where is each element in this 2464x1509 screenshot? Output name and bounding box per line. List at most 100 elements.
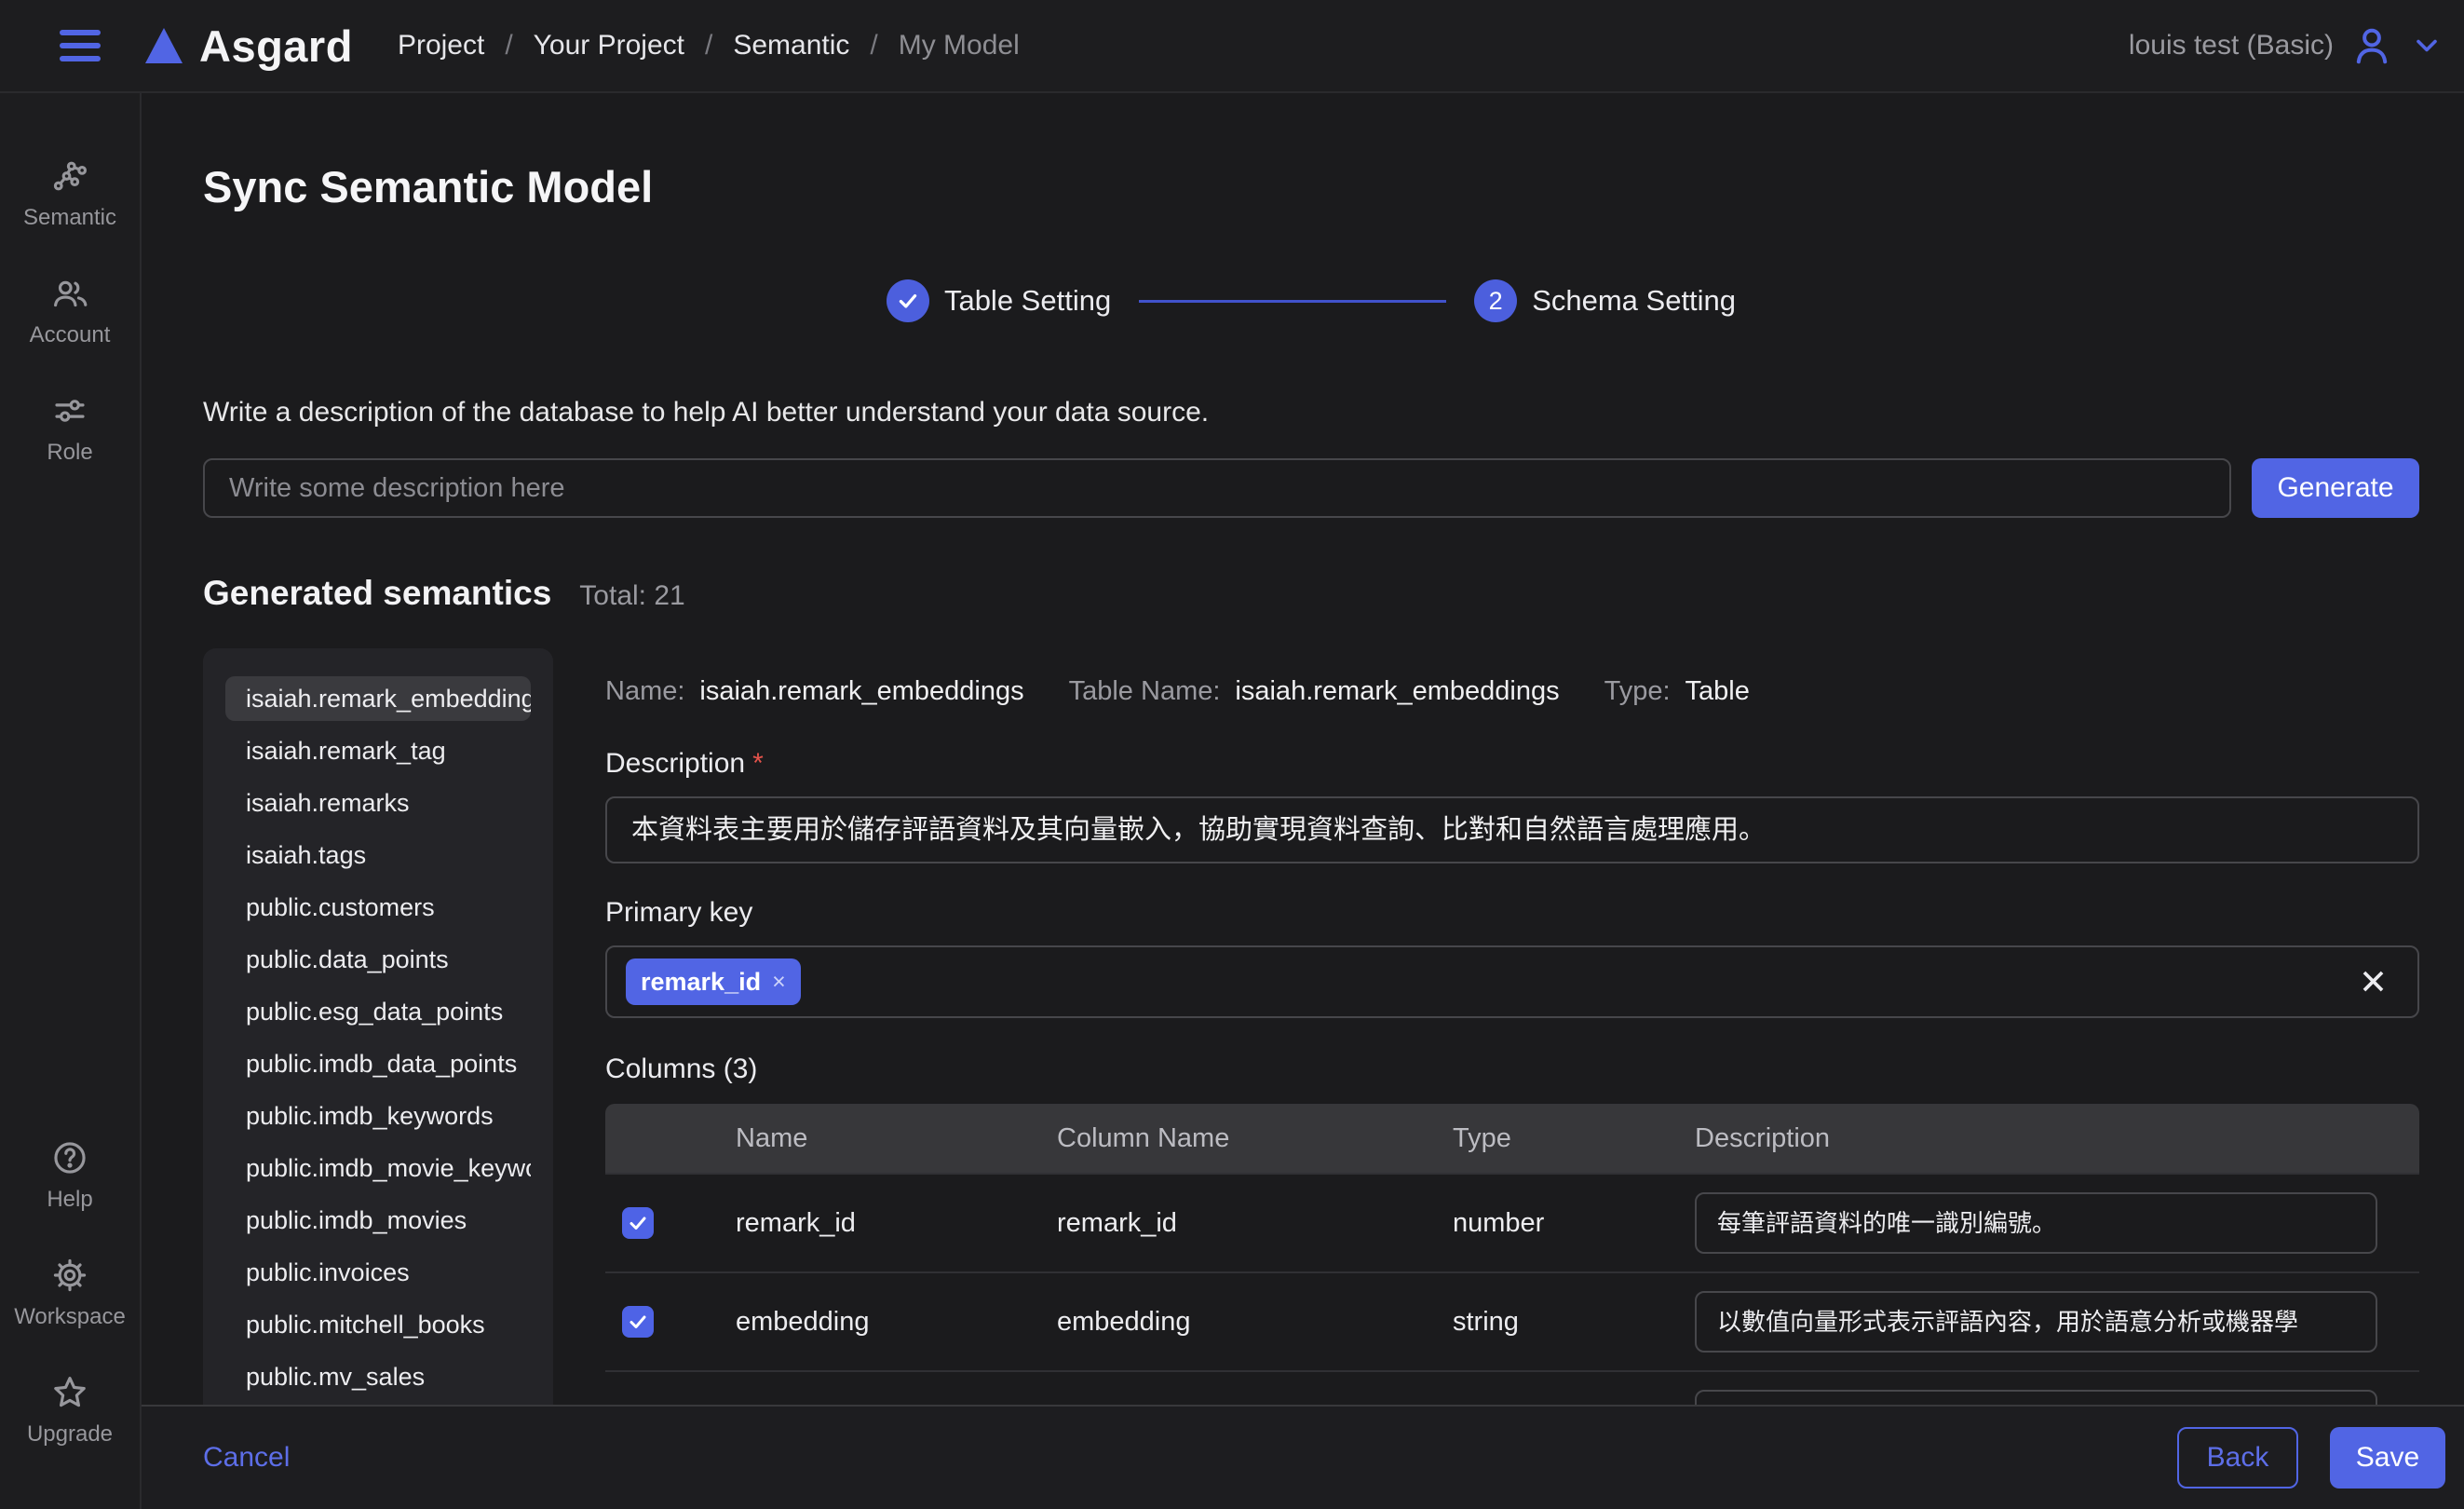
table-row: remark_id remark_id number 每筆評語資料的唯一識別編號… <box>605 1173 2419 1271</box>
sidebar-item-account[interactable]: Account <box>0 259 140 363</box>
step-1-check-icon[interactable] <box>887 279 929 322</box>
semantics-list-item[interactable]: public.mv_sales <box>225 1354 531 1399</box>
semantics-list: isaiah.remark_embeddings isaiah.remark_ta… <box>203 648 553 1459</box>
logo-text: Asgard <box>199 20 353 72</box>
user-menu[interactable]: louis test (Basic) <box>2129 24 2444 67</box>
breadcrumb-project[interactable]: Project <box>398 30 484 61</box>
cell-name: remark_id <box>736 1208 1057 1239</box>
chip-remove-icon[interactable]: × <box>772 969 786 996</box>
primary-key-label: Primary key <box>605 897 2419 929</box>
sidebar-item-label: Semantic <box>23 205 116 231</box>
header-column-name: Column Name <box>1057 1123 1453 1154</box>
generate-button[interactable]: Generate <box>2252 458 2419 518</box>
sidebar-item-help[interactable]: Help <box>0 1123 140 1228</box>
checkmark-icon <box>627 1311 649 1333</box>
primary-key-chip: remark_id × <box>626 958 801 1005</box>
cell-type: number <box>1453 1208 1695 1239</box>
step-2-indicator[interactable]: 2 <box>1474 279 1517 322</box>
clear-all-icon[interactable]: ✕ <box>2359 965 2388 999</box>
step-2-label[interactable]: Schema Setting <box>1532 284 1736 318</box>
semantics-list-item[interactable]: public.data_points <box>225 937 531 982</box>
sidebar-item-label: Role <box>47 440 92 466</box>
cell-column-name: embedding <box>1057 1307 1453 1338</box>
column-description-input[interactable]: 每筆評語資料的唯一識別編號。 <box>1695 1192 2377 1254</box>
top-nav: Asgard Project / Your Project / Semantic… <box>0 0 2464 93</box>
table-description-input[interactable]: 本資料表主要用於儲存評語資料及其向量嵌入，協助實現資料查詢、比對和自然語言處理應… <box>605 796 2419 863</box>
semantics-list-item[interactable]: isaiah.remarks <box>225 781 531 825</box>
share-network-icon <box>50 156 89 196</box>
name-label: Name: <box>605 676 684 707</box>
header-type: Type <box>1453 1123 1695 1154</box>
sidebar-item-semantic[interactable]: Semantic <box>0 142 140 246</box>
checkmark-icon <box>627 1212 649 1234</box>
sidebar-item-label: Upgrade <box>27 1421 113 1448</box>
step-1-label[interactable]: Table Setting <box>944 284 1111 318</box>
detail-meta-row: Name: isaiah.remark_embeddings Table Nam… <box>605 676 2419 707</box>
cell-name: embedding <box>736 1307 1057 1338</box>
semantic-detail-panel: Name: isaiah.remark_embeddings Table Nam… <box>605 648 2419 1509</box>
breadcrumb-separator: / <box>705 30 712 61</box>
logo-triangle-icon <box>145 28 183 63</box>
sidebar-item-role[interactable]: Role <box>0 376 140 481</box>
step-connector-line <box>1139 300 1446 303</box>
cancel-link[interactable]: Cancel <box>203 1442 290 1474</box>
header-name: Name <box>736 1123 1057 1154</box>
total-count: Total: 21 <box>579 580 684 612</box>
star-icon <box>50 1373 89 1412</box>
logo: Asgard <box>145 20 353 72</box>
sidebar-item-label: Account <box>30 322 111 348</box>
breadcrumb-my-model: My Model <box>899 30 1020 61</box>
user-name: louis test (Basic) <box>2129 30 2334 61</box>
description-field-label: Description* <box>605 748 2419 780</box>
breadcrumb-separator: / <box>505 30 512 61</box>
main-content: Sync Semantic Model Table Setting 2 Sche… <box>142 93 2464 1509</box>
semantics-body: isaiah.remark_embeddings isaiah.remark_ta… <box>203 648 2419 1509</box>
sidebar-item-label: Workspace <box>14 1304 126 1330</box>
sidebar-item-label: Help <box>47 1187 92 1213</box>
sliders-icon <box>50 391 89 430</box>
row-checkbox[interactable] <box>622 1306 654 1338</box>
breadcrumb-semantic[interactable]: Semantic <box>733 30 849 61</box>
table-name-value: isaiah.remark_embeddings <box>1235 676 1559 707</box>
generate-row: Generate <box>203 458 2419 518</box>
gear-icon <box>50 1256 89 1295</box>
cell-type: string <box>1453 1307 1695 1338</box>
semantics-list-item[interactable]: public.mitchell_books <box>225 1302 531 1347</box>
user-avatar-icon[interactable] <box>2350 24 2393 67</box>
sidebar-item-workspace[interactable]: Workspace <box>0 1241 140 1345</box>
save-button[interactable]: Save <box>2330 1427 2445 1489</box>
type-value: Table <box>1686 676 1750 707</box>
chevron-down-icon[interactable] <box>2410 29 2444 62</box>
wizard-stepper: Table Setting 2 Schema Setting <box>203 279 2419 322</box>
database-description-input[interactable] <box>203 458 2231 518</box>
footer-bar: Cancel Back Save <box>142 1405 2464 1509</box>
semantics-list-item[interactable]: public.imdb_movie_keywords <box>225 1146 531 1190</box>
row-checkbox[interactable] <box>622 1207 654 1239</box>
semantics-list-item[interactable]: isaiah.tags <box>225 833 531 877</box>
table-row: embedding embedding string 以數值向量形式表示評語內容… <box>605 1271 2419 1370</box>
generated-semantics-header: Generated semantics Total: 21 <box>203 574 2419 613</box>
semantics-list-item[interactable]: isaiah.remark_tag <box>225 728 531 773</box>
semantics-list-item[interactable]: public.esg_data_points <box>225 989 531 1034</box>
semantics-list-item[interactable]: public.invoices <box>225 1250 531 1295</box>
footer-actions: Back Save <box>2177 1427 2445 1489</box>
semantics-list-item[interactable]: public.imdb_movies <box>225 1198 531 1243</box>
sidebar: Semantic Account Role Help Workspace <box>0 93 142 1509</box>
description-prompt: Write a description of the database to h… <box>203 397 2419 428</box>
section-title: Generated semantics <box>203 574 551 613</box>
column-description-input[interactable]: 以數值向量形式表示評語內容，用於語意分析或機器學 <box>1695 1291 2377 1353</box>
semantics-list-item[interactable]: public.imdb_data_points <box>225 1041 531 1086</box>
menu-icon[interactable] <box>60 30 101 61</box>
back-button[interactable]: Back <box>2177 1427 2298 1489</box>
primary-key-input[interactable]: remark_id × ✕ <box>605 945 2419 1018</box>
people-icon <box>50 274 89 313</box>
columns-table-header: Name Column Name Type Description <box>605 1104 2419 1173</box>
sidebar-item-upgrade[interactable]: Upgrade <box>0 1358 140 1462</box>
semantics-list-item[interactable]: isaiah.remark_embeddings <box>225 676 531 721</box>
cell-column-name: remark_id <box>1057 1208 1453 1239</box>
semantics-list-item[interactable]: public.imdb_keywords <box>225 1094 531 1138</box>
header-description: Description <box>1695 1123 2419 1154</box>
breadcrumb-your-project[interactable]: Your Project <box>534 30 684 61</box>
required-asterisk: * <box>752 748 764 779</box>
semantics-list-item[interactable]: public.customers <box>225 885 531 930</box>
